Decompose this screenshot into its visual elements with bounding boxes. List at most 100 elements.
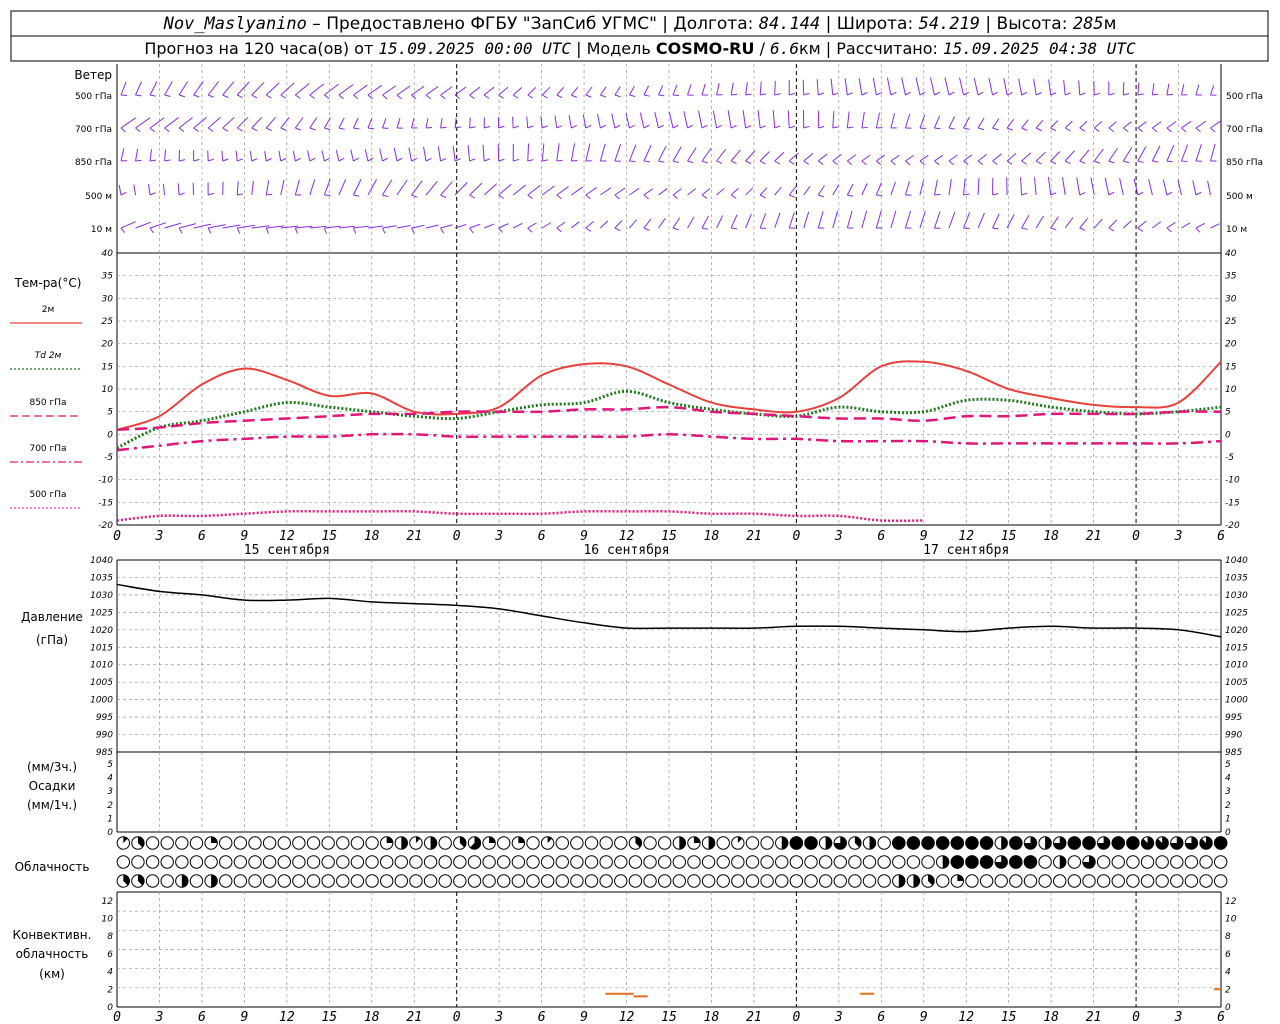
wind-barb [1018,78,1023,96]
wind-barb [556,86,565,96]
x-tick-label: 18 [364,1010,380,1024]
y-tick-label-right: 995 [1225,713,1242,723]
wind-barb [772,110,776,129]
cloud-symbol-middle [262,855,277,869]
wind-barb-flag [120,191,127,196]
wind-barb [265,117,276,129]
x-tick-label: 21 [406,1010,422,1024]
wind-barb [554,115,558,129]
wind-barb [1006,118,1015,129]
cloud-symbol-upper [804,836,818,850]
wind-barb [698,110,703,129]
header-part: 15.09.2025 00:00 UTC [378,39,571,58]
wind-barb [759,213,767,229]
y-tick-label-right: 10 [1225,915,1237,925]
cloud-symbol-middle [789,855,804,869]
y-tick-label-left: 1000 [90,696,113,706]
wind-barb-flag [600,124,606,129]
wind-barb-flag [498,125,505,129]
cloud-symbol-lower [687,874,701,888]
cloud-symbol-upper [745,836,760,850]
x-tick-label: 0 [453,529,461,544]
wind-barb [497,144,500,162]
wind-barb [672,217,681,229]
y-tick-label-right: 1 [1225,814,1231,824]
cloud-symbol-middle [409,855,423,869]
wind-barb [904,180,911,196]
cloud-symbol-lower [848,874,862,888]
wind-barb-flag [236,94,243,99]
wind-barb [774,212,781,229]
wind-barb-flag [614,124,621,129]
wind-barb-flag [832,126,839,129]
cloud-symbol-lower [1126,874,1140,888]
wind-barb-flag [295,94,301,99]
cloud-symbol-lower [628,874,643,888]
y-tick-label-left: 1020 [90,626,113,636]
wind-barb-flag [1079,160,1086,164]
wind-barb-flag [338,157,345,162]
cloud-symbol-middle [804,855,818,869]
cloud-symbol-upper [116,836,131,850]
wind-barb [817,153,828,162]
wind-barb [1104,177,1110,196]
y-tick-label-left: 4 [107,774,113,784]
wind-barb [1033,177,1037,196]
cloud-symbol-lower [482,874,496,888]
wind-barb [120,117,137,129]
cloud-symbol-lower [1067,874,1082,888]
cloud-symbol-middle [394,855,409,869]
precip-unit-1h: (мм/1ч.) [27,798,77,812]
wind-barb [787,110,790,129]
wind-barb-flag [527,159,534,162]
cloud-symbol-lower [116,874,131,888]
wind-barb [977,153,988,162]
wind-barb-flag [1079,92,1086,96]
wind-barb-flag [353,127,360,130]
cloud-symbol-middle [1199,855,1213,869]
wind-barb-flag [251,94,258,99]
wind-barb-flag [643,124,650,129]
wind-barb-flag [411,227,415,234]
wind-barb-flag [556,125,563,129]
wind-barb [933,179,938,196]
wind-barb-flag [280,94,287,99]
cloud-symbol-lower [336,874,350,888]
y-tick-label-left: 1 [107,814,113,824]
x-tick-label: 18 [364,529,380,544]
cloud-symbol-upper [306,836,321,850]
header-part: Nov_Maslyanino [163,14,307,34]
cloud-symbol-middle [482,855,496,869]
cloud-symbol-middle [540,855,555,869]
wind-barb [556,221,566,229]
cloud-symbol-lower [409,874,423,888]
cloud-symbol-middle [657,855,672,869]
wind-barb-flag [629,124,635,129]
wind-barb [396,85,411,96]
wind-barb [683,111,689,129]
wind-barb-flag [1137,227,1144,232]
cloud-symbol-middle [1096,855,1111,869]
header-part: 54.219 [919,14,980,34]
wind-barb-flag [1166,93,1173,96]
cloud-symbol-upper [789,836,804,850]
wind-barb [1108,147,1119,162]
wind-barb-flag [149,227,154,234]
wind-barb-flag [236,227,241,234]
wind-barb-flag [716,124,723,129]
wind-barb [294,179,300,196]
wind-barb [541,222,552,229]
wind-barb-flag [208,192,215,196]
wind-barb-flag [324,94,330,100]
x-tick-label: 6 [877,1010,885,1024]
wind-barb [832,111,835,129]
wind-barb [469,223,481,229]
wind-barb [861,154,871,162]
wind-barb-flag [571,124,577,129]
wind-barb-flag [222,127,229,132]
legend-label: Td 2м [35,351,62,361]
wind-barb [1064,120,1073,129]
x-tick-label: 3 [1174,529,1183,544]
wind-barb-flag [498,227,503,233]
wind-barb [944,77,950,96]
